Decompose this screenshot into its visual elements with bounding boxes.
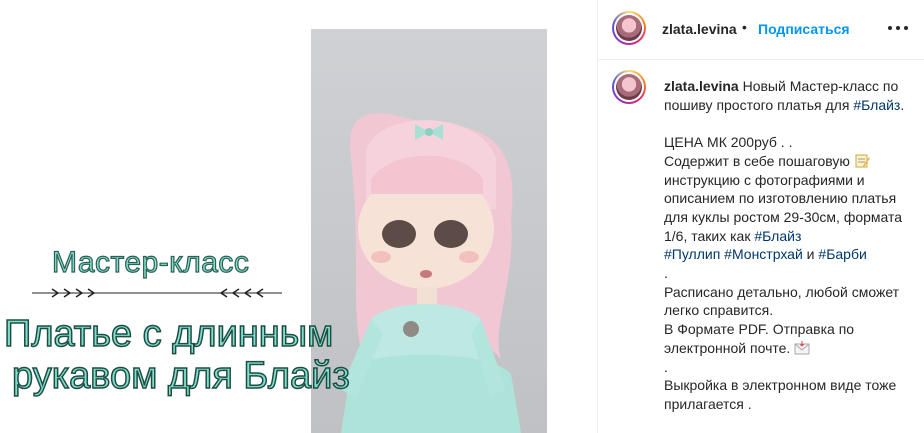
memo-emoji xyxy=(855,154,870,168)
caption-username[interactable]: zlata.levina xyxy=(664,78,739,94)
follow-button[interactable]: Подписаться xyxy=(758,21,850,37)
post-media[interactable]: Мастер-класс Платье с длинным рукавом дл… xyxy=(0,0,597,433)
header-username[interactable]: zlata.levina xyxy=(662,21,737,37)
overlay-subtitle-line1: Платье с длинным xyxy=(3,313,334,355)
separator-dot: • xyxy=(742,19,747,35)
hashtag-blythe[interactable]: #Блайз xyxy=(853,97,900,113)
hashtag-monsterhigh[interactable]: #Монстрхай xyxy=(724,246,803,262)
hashtag-pullip[interactable]: #Пуллип xyxy=(664,246,720,262)
decorative-divider xyxy=(32,288,282,298)
caption-footer: . Выкройка в электронном виде тоже прила… xyxy=(664,358,897,412)
overlay-title: Мастер-класс xyxy=(51,245,250,279)
envelope-emoji xyxy=(794,340,810,355)
hashtag-barbie[interactable]: #Барби xyxy=(818,246,866,262)
caption-avatar[interactable] xyxy=(612,70,646,104)
more-options-icon[interactable] xyxy=(886,20,910,36)
post-header: zlata.levina • Подписаться xyxy=(598,0,924,60)
overlay-subtitle-line2: рукавом для Блайз xyxy=(11,355,350,397)
caption-details: . Расписано детально, любой сможет легко… xyxy=(664,265,900,356)
post-side-panel: zlata.levina • Подписаться zlata.levina … xyxy=(597,0,924,433)
avatar[interactable] xyxy=(612,11,646,45)
caption-text: zlata.levina Новый Мастер-класс по пошив… xyxy=(664,77,914,414)
hashtag-blythe-2[interactable]: #Блайз xyxy=(754,228,801,244)
caption-and: и xyxy=(802,246,819,263)
